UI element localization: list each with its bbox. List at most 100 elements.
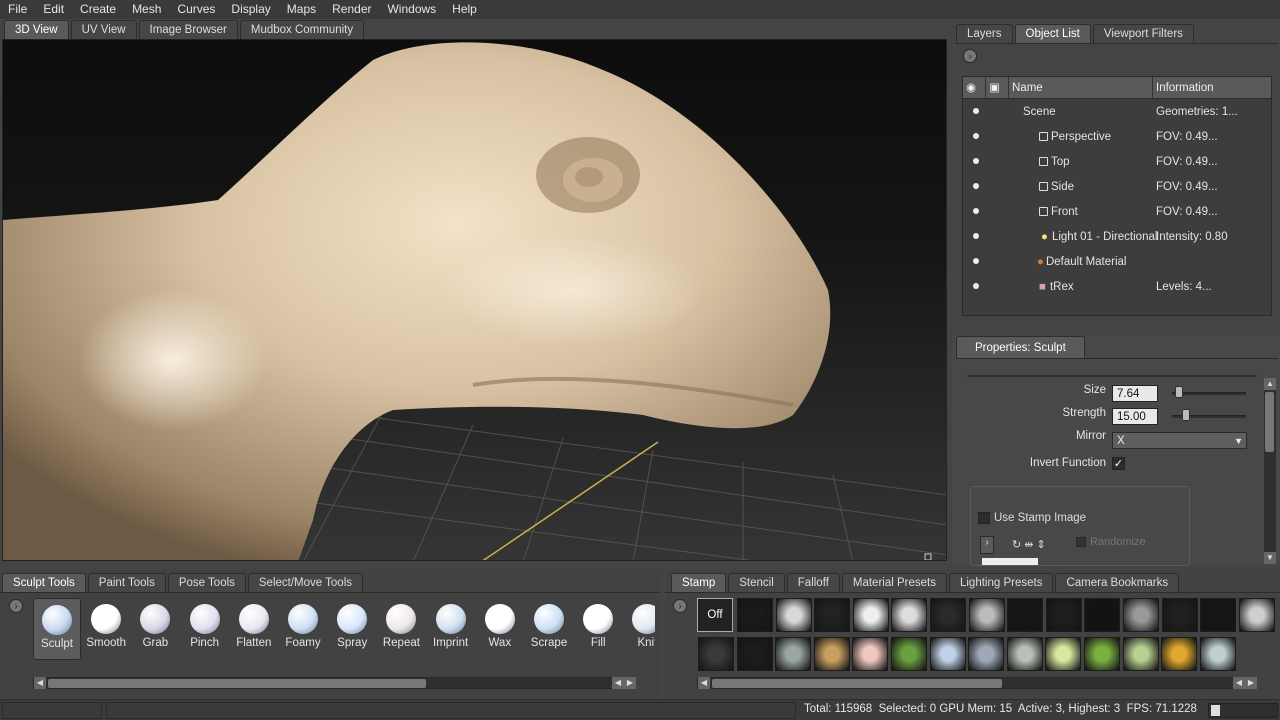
- tool-imprint[interactable]: Imprint: [427, 598, 475, 660]
- tab-object-list[interactable]: Object List: [1014, 24, 1091, 43]
- tab-viewport-filters[interactable]: Viewport Filters: [1092, 24, 1194, 43]
- scroll-right-icon[interactable]: ▶: [624, 677, 636, 689]
- properties-title[interactable]: Properties: Sculpt: [956, 336, 1085, 358]
- object-row[interactable]: ■ tRex Levels: 4...: [963, 274, 1271, 299]
- stamp-thumbnail[interactable]: [1007, 598, 1044, 632]
- object-row[interactable]: Perspective FOV: 0.49...: [963, 124, 1271, 149]
- scroll-left-icon[interactable]: ◀: [34, 677, 46, 689]
- stamp-thumbnail[interactable]: [698, 637, 734, 671]
- stamp-thumbnail[interactable]: [1045, 637, 1082, 671]
- menu-display[interactable]: Display: [223, 0, 278, 19]
- stamp-thumbnail[interactable]: [968, 598, 1005, 632]
- tool-flatten[interactable]: Flatten: [230, 598, 278, 660]
- stamp-thumbnail[interactable]: [1161, 637, 1198, 671]
- stamps-scrollbar[interactable]: ◀ ◀ ▶: [697, 677, 1257, 689]
- stamp-thumbnail[interactable]: [1045, 598, 1082, 632]
- visibility-dot-icon[interactable]: [973, 283, 979, 289]
- tool-sculpt[interactable]: Sculpt: [33, 598, 81, 660]
- stamps-scroll-thumb[interactable]: [712, 679, 1002, 688]
- stamp-thumbnail[interactable]: [891, 637, 927, 671]
- stamp-thumbnail[interactable]: [1161, 598, 1198, 632]
- stamp-thumbnail[interactable]: [1006, 637, 1043, 671]
- menu-file[interactable]: File: [0, 0, 35, 19]
- strength-slider-thumb[interactable]: [1181, 409, 1190, 421]
- stamp-thumbnail[interactable]: [1123, 598, 1159, 632]
- tool-knif[interactable]: Knif: [623, 598, 655, 660]
- properties-scrollbar[interactable]: ▲ ▼: [1264, 378, 1276, 564]
- object-row[interactable]: Front FOV: 0.49...: [963, 199, 1271, 224]
- stamp-thumbnail[interactable]: [930, 598, 966, 632]
- invert-function-checkbox[interactable]: ✓: [1112, 457, 1125, 470]
- properties-scroll-thumb[interactable]: [1265, 392, 1274, 452]
- scroll-left-icon[interactable]: ◀: [1233, 677, 1245, 689]
- menu-create[interactable]: Create: [72, 0, 124, 19]
- tool-spray[interactable]: Spray: [328, 598, 376, 660]
- tools-scrollbar[interactable]: ◀ ◀ ▶: [33, 677, 636, 689]
- visibility-dot-icon[interactable]: [973, 133, 979, 139]
- stamp-thumbnail[interactable]: [1238, 598, 1275, 632]
- menu-windows[interactable]: Windows: [379, 0, 444, 19]
- use-stamp-checkbox[interactable]: [978, 512, 990, 524]
- object-row[interactable]: ● Default Material: [963, 249, 1271, 274]
- scroll-left-icon[interactable]: ◀: [698, 677, 710, 689]
- size-slider-thumb[interactable]: [1175, 386, 1184, 398]
- stamp-thumbnail[interactable]: [1200, 598, 1237, 632]
- menu-maps[interactable]: Maps: [279, 0, 324, 19]
- menu-curves[interactable]: Curves: [169, 0, 223, 19]
- tab-uv-view[interactable]: UV View: [70, 20, 137, 39]
- tool-smooth[interactable]: Smooth: [82, 598, 130, 660]
- tool-wax[interactable]: Wax: [476, 598, 524, 660]
- tab-layers[interactable]: Layers: [956, 24, 1013, 43]
- tab-mudbox-community[interactable]: Mudbox Community: [239, 20, 365, 39]
- visibility-dot-icon[interactable]: [973, 233, 979, 239]
- menu-mesh[interactable]: Mesh: [124, 0, 169, 19]
- menu-edit[interactable]: Edit: [35, 0, 72, 19]
- visibility-dot-icon[interactable]: [973, 258, 979, 264]
- tool-fill[interactable]: Fill: [574, 598, 622, 660]
- scroll-up-icon[interactable]: ▲: [1264, 378, 1276, 390]
- menu-render[interactable]: Render: [324, 0, 379, 19]
- stamp-thumbnail[interactable]: [929, 637, 966, 671]
- tool-repeat[interactable]: Repeat: [377, 598, 425, 660]
- scroll-right-icon[interactable]: ▶: [1245, 677, 1257, 689]
- visibility-dot-icon[interactable]: [973, 208, 979, 214]
- stamp-thumbnail[interactable]: [813, 637, 850, 671]
- scroll-left-icon[interactable]: ◀: [612, 677, 624, 689]
- object-row[interactable]: Side FOV: 0.49...: [963, 174, 1271, 199]
- stamp-thumbnail[interactable]: [737, 598, 773, 632]
- randomize-checkbox[interactable]: [1076, 537, 1086, 547]
- tools-scroll-thumb[interactable]: [48, 679, 426, 688]
- tool-pinch[interactable]: Pinch: [181, 598, 229, 660]
- tool-grab[interactable]: Grab: [131, 598, 179, 660]
- stamp-thumbnail[interactable]: [852, 637, 889, 671]
- tab-image-browser[interactable]: Image Browser: [138, 20, 238, 39]
- stamp-thumbnail[interactable]: [1084, 598, 1121, 632]
- menu-help[interactable]: Help: [444, 0, 485, 19]
- stamp-thumbnail[interactable]: [891, 598, 928, 632]
- visibility-dot-icon[interactable]: [973, 183, 979, 189]
- object-row[interactable]: ● Light 01 - Directional Intensity: 0.80: [963, 224, 1271, 249]
- stamp-thumbnail[interactable]: [736, 637, 773, 671]
- stamp-thumbnail[interactable]: [1084, 637, 1120, 671]
- stamp-thumbnail[interactable]: [814, 598, 851, 632]
- visibility-dot-icon[interactable]: [973, 158, 979, 164]
- size-input[interactable]: 7.64: [1112, 385, 1158, 402]
- size-slider[interactable]: [1172, 392, 1246, 395]
- object-row[interactable]: Top FOV: 0.49...: [963, 149, 1271, 174]
- visibility-dot-icon[interactable]: [973, 108, 979, 114]
- stamp-thumbnail[interactable]: [775, 637, 812, 671]
- stamp-thumbnail[interactable]: [852, 598, 889, 632]
- stamp-thumbnail[interactable]: [1122, 637, 1159, 671]
- stamp-transform-icons[interactable]: ↻ ⇹ ⇕: [1012, 538, 1046, 551]
- tool-scrape[interactable]: Scrape: [525, 598, 573, 660]
- column-information[interactable]: Information: [1153, 77, 1271, 98]
- scroll-down-icon[interactable]: ▼: [1264, 552, 1276, 564]
- expand-arrow-icon[interactable]: ›: [963, 49, 977, 63]
- stamp-thumbnail[interactable]: [775, 598, 812, 632]
- lock-icon[interactable]: ▣: [986, 77, 1009, 98]
- stamp-arrow-icon[interactable]: ›: [980, 536, 994, 554]
- object-row[interactable]: Scene Geometries: 1...: [963, 99, 1271, 124]
- tab-3d-view[interactable]: 3D View: [4, 20, 69, 39]
- stamp-thumbnail[interactable]: [968, 637, 1005, 671]
- 3d-viewport[interactable]: [2, 39, 947, 561]
